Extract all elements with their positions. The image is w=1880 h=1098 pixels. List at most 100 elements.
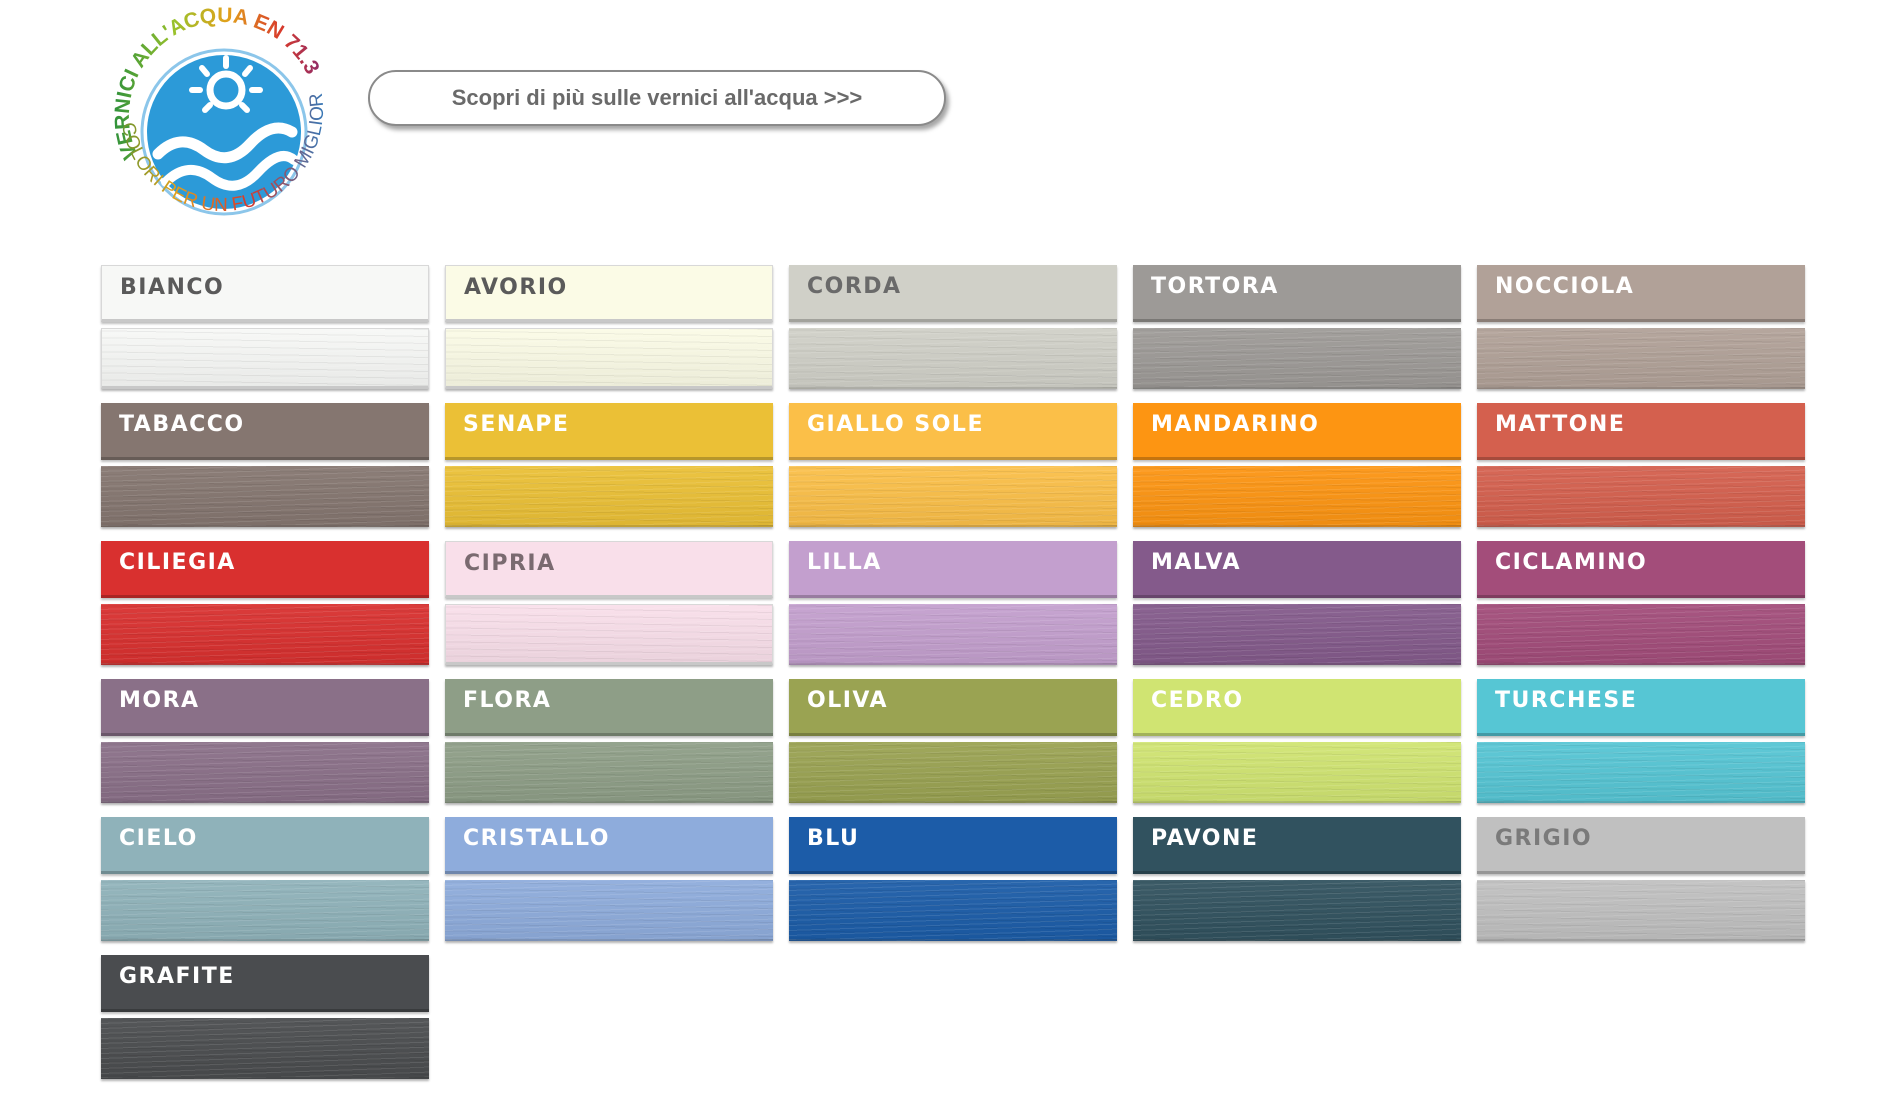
swatch-wood-sample bbox=[1133, 742, 1461, 803]
swatch-header: GRAFITE bbox=[101, 955, 429, 1012]
swatch-wood-sample bbox=[1133, 466, 1461, 527]
swatch-header: GIALLO SOLE bbox=[789, 403, 1117, 460]
swatch-header: CICLAMINO bbox=[1477, 541, 1805, 598]
swatch-wood-sample bbox=[789, 742, 1117, 803]
swatch-ciliegia[interactable]: CILIEGIA bbox=[101, 541, 429, 665]
swatch-tortora[interactable]: TORTORA bbox=[1133, 265, 1461, 389]
swatch-corda[interactable]: CORDA bbox=[789, 265, 1117, 389]
swatch-wood-sample bbox=[101, 880, 429, 941]
swatch-header: NOCCIOLA bbox=[1477, 265, 1805, 322]
swatch-wood-sample bbox=[1477, 328, 1805, 389]
swatch-wood-sample bbox=[445, 880, 773, 941]
swatch-senape[interactable]: SENAPE bbox=[445, 403, 773, 527]
swatch-header: TABACCO bbox=[101, 403, 429, 460]
swatch-pavone[interactable]: PAVONE bbox=[1133, 817, 1461, 941]
swatch-mora[interactable]: MORA bbox=[101, 679, 429, 803]
swatch-mandarino[interactable]: MANDARINO bbox=[1133, 403, 1461, 527]
swatch-label: MALVA bbox=[1151, 550, 1241, 575]
swatch-grafite[interactable]: GRAFITE bbox=[101, 955, 429, 1079]
swatch-header: MORA bbox=[101, 679, 429, 736]
swatch-label: TABACCO bbox=[119, 412, 245, 437]
water-paint-logo-icon: VERNICI ALL'ACQUA EN 71.3 COLORI PER UN … bbox=[94, 0, 328, 220]
swatch-wood-sample bbox=[1477, 880, 1805, 941]
swatch-nocciola[interactable]: NOCCIOLA bbox=[1477, 265, 1805, 389]
swatch-header: CRISTALLO bbox=[445, 817, 773, 874]
swatch-label: LILLA bbox=[807, 550, 882, 575]
swatch-wood-sample bbox=[1477, 466, 1805, 527]
swatch-cristallo[interactable]: CRISTALLO bbox=[445, 817, 773, 941]
swatch-header: CEDRO bbox=[1133, 679, 1461, 736]
swatch-label: CICLAMINO bbox=[1495, 550, 1648, 575]
swatch-wood-sample bbox=[1477, 604, 1805, 665]
swatch-label: BLU bbox=[807, 826, 860, 851]
swatch-label: CEDRO bbox=[1151, 688, 1244, 713]
swatch-header: OLIVA bbox=[789, 679, 1117, 736]
swatch-label: FLORA bbox=[463, 688, 552, 713]
swatch-grigio[interactable]: GRIGIO bbox=[1477, 817, 1805, 941]
swatch-header: MANDARINO bbox=[1133, 403, 1461, 460]
swatch-header: BIANCO bbox=[101, 265, 429, 322]
swatch-bianco[interactable]: BIANCO bbox=[101, 265, 429, 389]
swatch-wood-sample bbox=[445, 466, 773, 527]
swatch-malva[interactable]: MALVA bbox=[1133, 541, 1461, 665]
swatch-header: CIELO bbox=[101, 817, 429, 874]
swatch-tabacco[interactable]: TABACCO bbox=[101, 403, 429, 527]
swatch-wood-sample bbox=[445, 328, 773, 389]
swatch-label: GRIGIO bbox=[1495, 826, 1593, 851]
swatch-header: GRIGIO bbox=[1477, 817, 1805, 874]
swatch-label: PAVONE bbox=[1151, 826, 1259, 851]
swatch-label: GRAFITE bbox=[119, 964, 235, 989]
learn-more-button[interactable]: Scopri di più sulle vernici all'acqua >>… bbox=[368, 70, 946, 126]
swatch-label: SENAPE bbox=[463, 412, 570, 437]
swatch-oliva[interactable]: OLIVA bbox=[789, 679, 1117, 803]
swatch-header: TURCHESE bbox=[1477, 679, 1805, 736]
logo: VERNICI ALL'ACQUA EN 71.3 COLORI PER UN … bbox=[94, 0, 346, 252]
swatch-wood-sample bbox=[1133, 328, 1461, 389]
swatch-header: CORDA bbox=[789, 265, 1117, 322]
swatch-wood-sample bbox=[1133, 880, 1461, 941]
swatch-cedro[interactable]: CEDRO bbox=[1133, 679, 1461, 803]
swatch-blu[interactable]: BLU bbox=[789, 817, 1117, 941]
swatch-flora[interactable]: FLORA bbox=[445, 679, 773, 803]
swatch-label: OLIVA bbox=[807, 688, 888, 713]
swatch-giallo-sole[interactable]: GIALLO SOLE bbox=[789, 403, 1117, 527]
swatch-label: CIPRIA bbox=[464, 551, 556, 576]
swatch-header: FLORA bbox=[445, 679, 773, 736]
swatch-mattone[interactable]: MATTONE bbox=[1477, 403, 1805, 527]
swatch-header: CIPRIA bbox=[445, 541, 773, 598]
swatch-header: CILIEGIA bbox=[101, 541, 429, 598]
swatch-label: NOCCIOLA bbox=[1495, 274, 1635, 299]
swatch-label: CORDA bbox=[807, 274, 902, 299]
swatch-avorio[interactable]: AVORIO bbox=[445, 265, 773, 389]
swatch-cipria[interactable]: CIPRIA bbox=[445, 541, 773, 665]
swatch-wood-sample bbox=[1477, 742, 1805, 803]
swatch-lilla[interactable]: LILLA bbox=[789, 541, 1117, 665]
swatch-label: MATTONE bbox=[1495, 412, 1626, 437]
swatch-header: TORTORA bbox=[1133, 265, 1461, 322]
swatch-wood-sample bbox=[101, 466, 429, 527]
swatch-label: TORTORA bbox=[1151, 274, 1279, 299]
swatch-turchese[interactable]: TURCHESE bbox=[1477, 679, 1805, 803]
swatch-label: CIELO bbox=[119, 826, 198, 851]
swatch-label: TURCHESE bbox=[1495, 688, 1638, 713]
swatch-wood-sample bbox=[789, 880, 1117, 941]
swatch-header: PAVONE bbox=[1133, 817, 1461, 874]
swatch-wood-sample bbox=[789, 466, 1117, 527]
swatch-wood-sample bbox=[445, 742, 773, 803]
swatch-header: MATTONE bbox=[1477, 403, 1805, 460]
swatch-label: BIANCO bbox=[120, 275, 225, 300]
swatch-label: MANDARINO bbox=[1151, 412, 1320, 437]
swatch-label: GIALLO SOLE bbox=[807, 412, 984, 437]
swatch-wood-sample bbox=[789, 328, 1117, 389]
swatch-wood-sample bbox=[1133, 604, 1461, 665]
swatch-wood-sample bbox=[101, 742, 429, 803]
swatch-wood-sample bbox=[101, 1018, 429, 1079]
swatch-cielo[interactable]: CIELO bbox=[101, 817, 429, 941]
swatch-label: CRISTALLO bbox=[463, 826, 610, 851]
swatch-ciclamino[interactable]: CICLAMINO bbox=[1477, 541, 1805, 665]
swatch-header: BLU bbox=[789, 817, 1117, 874]
swatch-header: SENAPE bbox=[445, 403, 773, 460]
swatch-header: MALVA bbox=[1133, 541, 1461, 598]
swatch-label: AVORIO bbox=[464, 275, 568, 300]
swatch-header: AVORIO bbox=[445, 265, 773, 322]
